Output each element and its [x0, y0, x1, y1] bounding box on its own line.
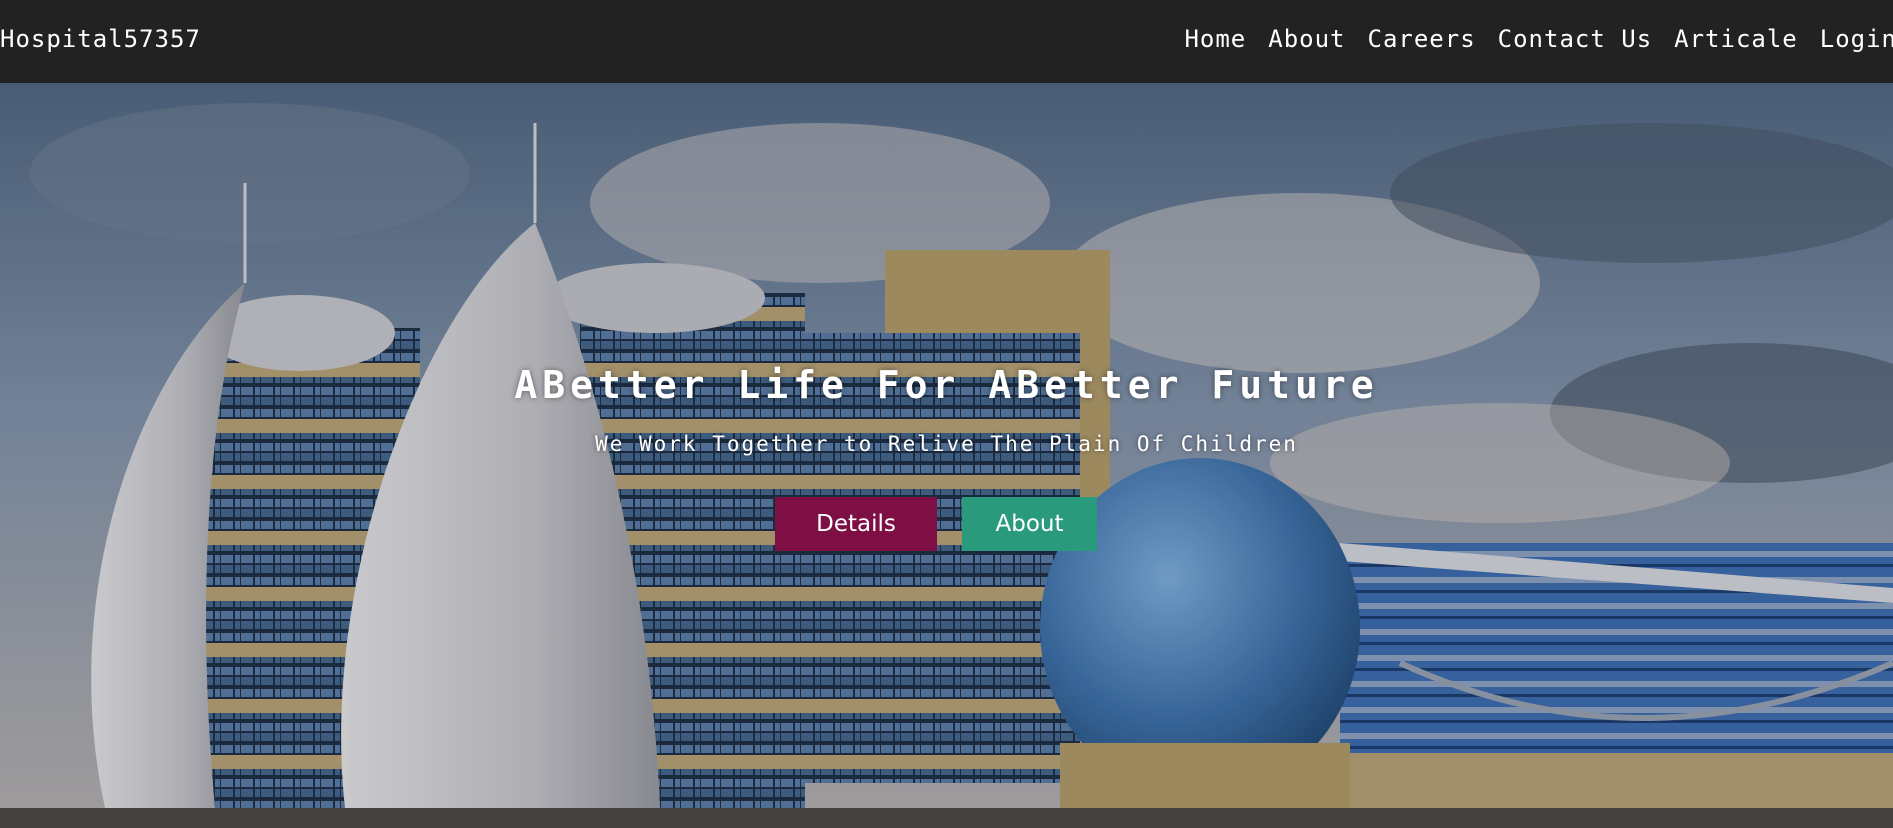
nav-link-home[interactable]: Home — [1184, 24, 1246, 54]
nav-links: Home About Careers Contact Us Articale L… — [1184, 24, 1893, 54]
nav-link-login[interactable]: Login — [1820, 24, 1893, 54]
hero-buttons: Details About — [775, 497, 1097, 551]
nav-link-about[interactable]: About — [1268, 24, 1345, 54]
hero-subtitle: We Work Together to Relive The Plain Of … — [595, 432, 1298, 456]
hero-title: ABetter Life For ABetter Future — [514, 363, 1379, 407]
nav-link-careers[interactable]: Careers — [1368, 24, 1476, 54]
navbar: Hospital57357 Home About Careers Contact… — [0, 0, 1893, 83]
brand-logo-text[interactable]: Hospital57357 — [0, 24, 201, 54]
about-button[interactable]: About — [962, 497, 1097, 551]
hero-section: ABetter Life For ABetter Future We Work … — [0, 83, 1893, 828]
details-button[interactable]: Details — [775, 497, 937, 551]
hero-content: ABetter Life For ABetter Future We Work … — [0, 83, 1893, 828]
nav-link-contact-us[interactable]: Contact Us — [1498, 24, 1653, 54]
nav-link-articale[interactable]: Articale — [1674, 24, 1798, 54]
